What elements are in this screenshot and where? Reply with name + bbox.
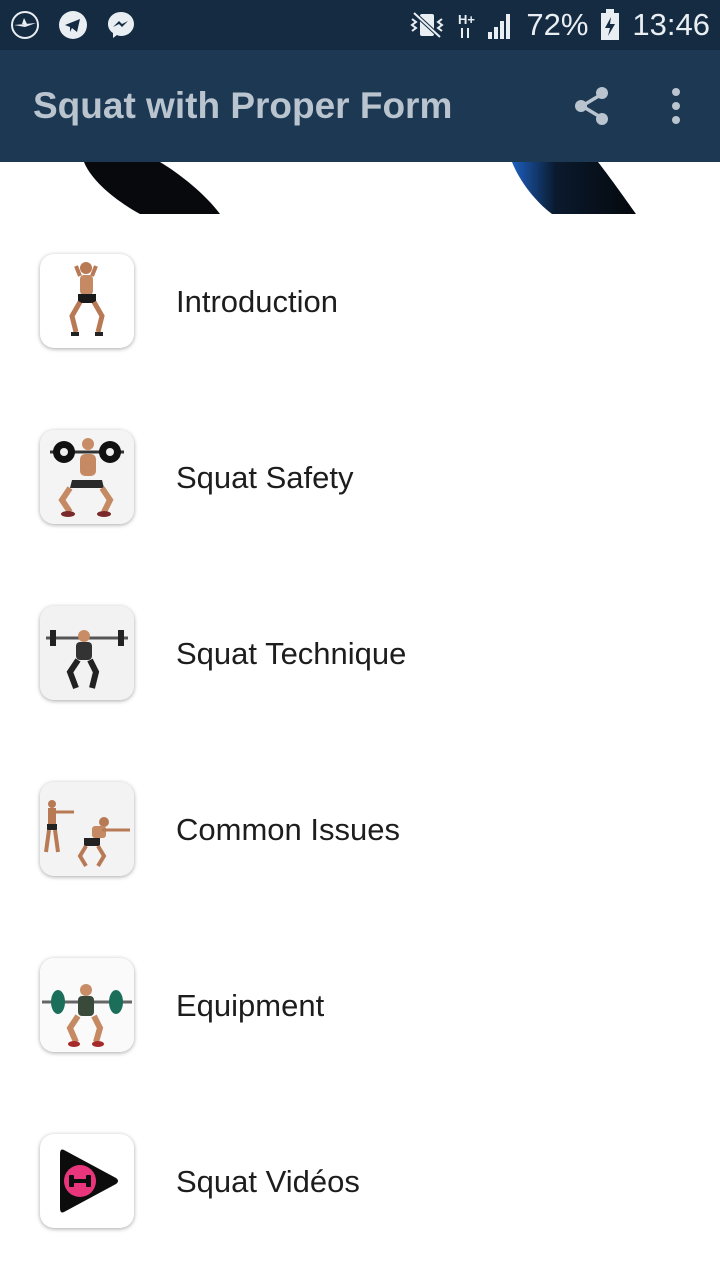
squat-figure-thumbnail [40,254,134,348]
system-status: H+ 72% 13:46 [408,0,710,50]
menu-item-label: Squat Technique [176,636,407,671]
more-vert-icon [672,88,680,124]
squat-comparison-thumbnail [40,782,134,876]
share-button[interactable] [570,84,614,128]
network-type: H+ [458,12,475,27]
vibrate-icon [410,11,445,39]
menu-item-label: Squat Vidéos [176,1164,360,1199]
app-title: Squat with Proper Form [33,85,453,126]
battery-charging-icon [601,9,620,40]
barbell-equipment-thumbnail [40,958,134,1052]
telegram-icon [59,11,87,39]
menu-item-label: Common Issues [176,812,400,847]
overflow-menu-button[interactable] [660,84,692,128]
battery-percent: 72% [526,7,589,42]
status-bar: H+ 72% 13:46 [0,0,720,50]
notification-icons [10,10,136,40]
menu-item-common-issues[interactable]: Common Issues [0,742,720,918]
signal-icon: H+ [458,12,511,39]
menu-item-label: Introduction [176,284,338,319]
video-play-icon [40,1134,134,1228]
menu-item-introduction[interactable]: Introduction [0,214,720,390]
clock: 13:46 [632,7,710,42]
menu-item-label: Equipment [176,988,325,1023]
app-bar: Squat with Proper Form [0,50,720,162]
header-banner-image [0,162,720,214]
menu-item-equipment[interactable]: Equipment [0,918,720,1094]
menu-item-squat-technique[interactable]: Squat Technique [0,566,720,742]
menu-item-label: Squat Safety [176,460,354,495]
front-squat-barbell-thumbnail [40,430,134,524]
athlete-banner-graphic [84,162,636,214]
menu-item-squat-videos[interactable]: Squat Vidéos [0,1094,720,1270]
airplane-app-icon [11,11,39,39]
share-icon [575,87,608,125]
messenger-icon [108,12,134,38]
menu-item-squat-safety[interactable]: Squat Safety [0,390,720,566]
back-squat-barbell-thumbnail [40,606,134,700]
